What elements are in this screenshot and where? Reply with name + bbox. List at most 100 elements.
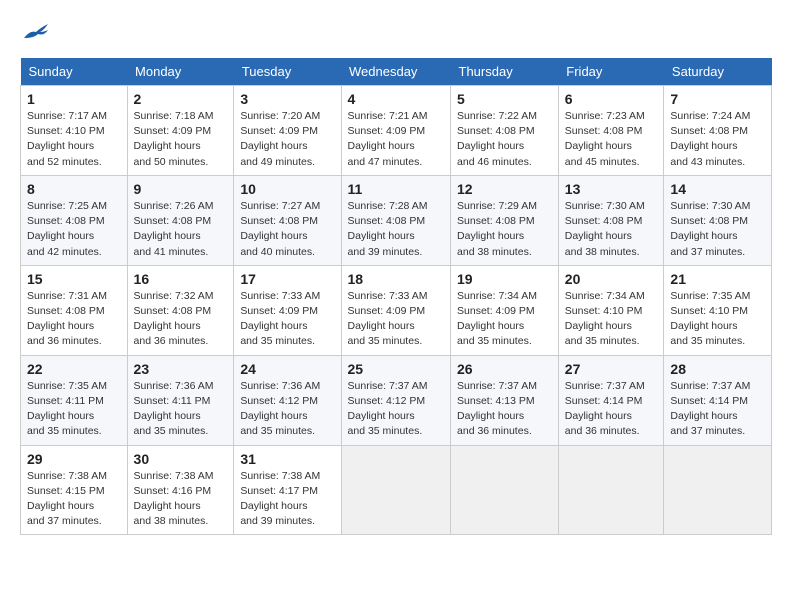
day-number: 21	[670, 271, 765, 287]
sunrise-text: Sunrise: 7:30 AM	[670, 200, 750, 212]
calendar-cell: 30 Sunrise: 7:38 AMSunset: 4:16 PMDaylig…	[127, 445, 234, 535]
sunrise-text: Sunrise: 7:20 AM	[240, 110, 320, 122]
daylight-value: and 35 minutes.	[565, 335, 640, 347]
daylight-value: and 37 minutes.	[27, 515, 102, 527]
day-number: 5	[457, 91, 552, 107]
sunrise-text: Sunrise: 7:18 AM	[134, 110, 214, 122]
calendar-week-row: 8 Sunrise: 7:25 AMSunset: 4:08 PMDayligh…	[21, 175, 772, 265]
day-info: Sunrise: 7:37 AMSunset: 4:12 PMDaylight …	[348, 379, 445, 440]
day-number: 3	[240, 91, 334, 107]
sunset-text: Sunset: 4:09 PM	[240, 305, 318, 317]
daylight-value: and 35 minutes.	[348, 335, 423, 347]
sunrise-text: Sunrise: 7:34 AM	[565, 290, 645, 302]
day-number: 7	[670, 91, 765, 107]
day-number: 29	[27, 451, 121, 467]
calendar-cell	[664, 445, 772, 535]
daylight-text: Daylight hours	[27, 230, 94, 242]
sunrise-text: Sunrise: 7:24 AM	[670, 110, 750, 122]
sunset-text: Sunset: 4:08 PM	[134, 305, 212, 317]
daylight-text: Daylight hours	[670, 230, 737, 242]
calendar-cell: 24 Sunrise: 7:36 AMSunset: 4:12 PMDaylig…	[234, 355, 341, 445]
calendar-table: SundayMondayTuesdayWednesdayThursdayFrid…	[20, 58, 772, 535]
day-number: 25	[348, 361, 445, 377]
day-info: Sunrise: 7:29 AMSunset: 4:08 PMDaylight …	[457, 199, 552, 260]
calendar-cell: 22 Sunrise: 7:35 AMSunset: 4:11 PMDaylig…	[21, 355, 128, 445]
sunset-text: Sunset: 4:08 PM	[670, 125, 748, 137]
day-info: Sunrise: 7:23 AMSunset: 4:08 PMDaylight …	[565, 109, 658, 170]
sunrise-text: Sunrise: 7:21 AM	[348, 110, 428, 122]
calendar-cell: 26 Sunrise: 7:37 AMSunset: 4:13 PMDaylig…	[451, 355, 559, 445]
sunset-text: Sunset: 4:14 PM	[565, 395, 643, 407]
calendar-header-saturday: Saturday	[664, 58, 772, 86]
daylight-text: Daylight hours	[240, 230, 307, 242]
daylight-text: Daylight hours	[670, 320, 737, 332]
sunset-text: Sunset: 4:13 PM	[457, 395, 535, 407]
day-info: Sunrise: 7:33 AM Sunset: 4:09 PM Daylight …	[240, 289, 334, 350]
daylight-text: Daylight hours	[457, 140, 524, 152]
daylight-value: and 35 minutes.	[457, 335, 532, 347]
day-info: Sunrise: 7:22 AMSunset: 4:08 PMDaylight …	[457, 109, 552, 170]
day-number: 2	[134, 91, 228, 107]
day-info: Sunrise: 7:36 AMSunset: 4:12 PMDaylight …	[240, 379, 334, 440]
page-header	[20, 20, 772, 42]
daylight-text: Daylight hours	[457, 410, 524, 422]
sunset-text: Sunset: 4:10 PM	[670, 305, 748, 317]
sunrise-text: Sunrise: 7:30 AM	[565, 200, 645, 212]
daylight-text: Daylight hours	[457, 320, 524, 332]
calendar-week-row: 29 Sunrise: 7:38 AMSunset: 4:15 PMDaylig…	[21, 445, 772, 535]
daylight-value: and 38 minutes.	[134, 515, 209, 527]
daylight-value: and 35 minutes.	[240, 425, 315, 437]
calendar-cell	[451, 445, 559, 535]
calendar-cell: 29 Sunrise: 7:38 AMSunset: 4:15 PMDaylig…	[21, 445, 128, 535]
sunrise-text: Sunrise: 7:36 AM	[240, 380, 320, 392]
sunrise-text: Sunrise: 7:36 AM	[134, 380, 214, 392]
daylight-value: and 38 minutes.	[457, 246, 532, 258]
calendar-cell: 13 Sunrise: 7:30 AMSunset: 4:08 PMDaylig…	[558, 175, 664, 265]
daylight-text: Daylight hours	[240, 320, 307, 332]
daylight-text: Daylight hours	[27, 320, 94, 332]
day-number: 20	[565, 271, 658, 287]
sunrise-text: Sunrise: 7:22 AM	[457, 110, 537, 122]
sunrise-text: Sunrise: 7:38 AM	[240, 470, 320, 482]
daylight-text: Daylight hours	[348, 320, 415, 332]
sunrise-text: Sunrise: 7:33 AM	[240, 290, 320, 302]
day-number: 14	[670, 181, 765, 197]
day-info: Sunrise: 7:36 AMSunset: 4:11 PMDaylight …	[134, 379, 228, 440]
sunrise-text: Sunrise: 7:37 AM	[670, 380, 750, 392]
calendar-cell: 19 Sunrise: 7:34 AMSunset: 4:09 PMDaylig…	[451, 265, 559, 355]
daylight-value: and 35 minutes.	[240, 335, 315, 347]
logo	[20, 20, 50, 42]
daylight-value: and 36 minutes.	[565, 425, 640, 437]
sunset-text: Sunset: 4:12 PM	[348, 395, 426, 407]
sunset-text: Sunset: 4:09 PM	[348, 305, 426, 317]
calendar-cell: 6 Sunrise: 7:23 AMSunset: 4:08 PMDayligh…	[558, 86, 664, 176]
day-info: Sunrise: 7:33 AMSunset: 4:09 PMDaylight …	[348, 289, 445, 350]
sunset-text: Sunset: 4:08 PM	[240, 215, 318, 227]
day-info: Sunrise: 7:18 AMSunset: 4:09 PMDaylight …	[134, 109, 228, 170]
day-number: 16	[134, 271, 228, 287]
daylight-value: and 38 minutes.	[565, 246, 640, 258]
calendar-cell: 11 Sunrise: 7:28 AMSunset: 4:08 PMDaylig…	[341, 175, 451, 265]
sunset-text: Sunset: 4:10 PM	[27, 125, 105, 137]
daylight-value: and 50 minutes.	[134, 156, 209, 168]
day-info: Sunrise: 7:30 AMSunset: 4:08 PMDaylight …	[565, 199, 658, 260]
day-info: Sunrise: 7:28 AMSunset: 4:08 PMDaylight …	[348, 199, 445, 260]
day-number: 22	[27, 361, 121, 377]
day-number: 9	[134, 181, 228, 197]
calendar-cell: 27 Sunrise: 7:37 AMSunset: 4:14 PMDaylig…	[558, 355, 664, 445]
daylight-text: Daylight hours	[348, 230, 415, 242]
daylight-value: and 39 minutes.	[240, 515, 315, 527]
daylight-value: and 39 minutes.	[348, 246, 423, 258]
sunset-text: Sunset: 4:09 PM	[134, 125, 212, 137]
day-info: Sunrise: 7:32 AMSunset: 4:08 PMDaylight …	[134, 289, 228, 350]
calendar-cell: 12 Sunrise: 7:29 AMSunset: 4:08 PMDaylig…	[451, 175, 559, 265]
day-number: 15	[27, 271, 121, 287]
day-number: 6	[565, 91, 658, 107]
day-info: Sunrise: 7:37 AMSunset: 4:14 PMDaylight …	[565, 379, 658, 440]
day-info: Sunrise: 7:20 AMSunset: 4:09 PMDaylight …	[240, 109, 334, 170]
sunrise-text: Sunrise: 7:25 AM	[27, 200, 107, 212]
daylight-value: and 35 minutes.	[134, 425, 209, 437]
sunset-text: Sunset: 4:08 PM	[670, 215, 748, 227]
day-info: Sunrise: 7:30 AM Sunset: 4:08 PM Daylight …	[670, 199, 765, 260]
day-info: Sunrise: 7:24 AMSunset: 4:08 PMDaylight …	[670, 109, 765, 170]
